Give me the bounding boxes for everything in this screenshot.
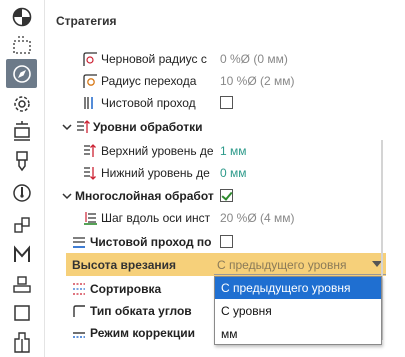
m-letter-icon[interactable] — [6, 240, 37, 269]
gear-icon[interactable] — [6, 89, 37, 118]
rough-radius-icon — [83, 52, 97, 66]
finish-pass-by-label: Чистовой проход по — [90, 235, 212, 249]
chevron-down-icon[interactable] — [61, 121, 73, 133]
chevron-down-icon[interactable] — [61, 190, 73, 202]
cut-height-dropdown-list: С предыдущего уровня С уровня мм — [214, 276, 382, 345]
row-bottom-level[interactable]: Нижний уровень де 0 мм — [45, 162, 405, 184]
bottom-level-value[interactable]: 0 мм — [220, 166, 247, 180]
multi-part-icon[interactable] — [6, 210, 37, 239]
tower-icon[interactable] — [6, 327, 37, 356]
top-level-value[interactable]: 1 мм — [220, 144, 247, 158]
section-title: Стратегия — [56, 14, 117, 28]
square-icon[interactable] — [6, 298, 37, 327]
finish-pass-by-checkbox[interactable] — [220, 235, 233, 248]
axis-step-icon — [84, 212, 97, 225]
row-transition-radius[interactable]: Радиус перехода 10 %Ø (2 мм) — [45, 70, 405, 92]
pie-chart-icon[interactable] — [6, 2, 37, 31]
cut-height-value: С предыдущего уровня — [217, 258, 347, 272]
dropdown-option-mm[interactable]: мм — [215, 323, 381, 345]
top-level-icon — [84, 144, 96, 157]
bottom-level-label: Нижний уровень де — [101, 166, 210, 180]
transition-radius-label: Радиус перехода — [101, 74, 197, 88]
dropdown-option-from-previous[interactable]: С предыдущего уровня — [215, 277, 381, 299]
finish-pass-by-icon — [73, 237, 85, 248]
rough-radius-value[interactable]: 0 %Ø (0 мм) — [220, 52, 288, 66]
stamp-icon[interactable] — [6, 270, 37, 299]
rollover-type-label: Тип обката углов — [90, 304, 192, 318]
levels-icon — [77, 120, 90, 133]
finish-pass-icon — [84, 97, 93, 109]
strategy-compass-icon[interactable] — [6, 59, 37, 88]
finish-pass-checkbox[interactable] — [220, 96, 233, 109]
bottom-level-icon — [84, 167, 96, 180]
row-axis-step[interactable]: Шаг вдоль оси инст 20 %Ø (4 мм) — [45, 207, 405, 229]
transition-radius-value[interactable]: 10 %Ø (2 мм) — [220, 74, 295, 88]
target-icon[interactable] — [6, 178, 37, 207]
row-top-level[interactable]: Верхний уровень де 1 мм — [45, 140, 405, 162]
levels-group-label: Уровни обработки — [93, 120, 203, 134]
top-level-label: Верхний уровень де — [101, 144, 214, 158]
multilayer-label: Многослойная обработ — [75, 189, 214, 203]
sorting-label: Сортировка — [90, 282, 162, 296]
cut-height-label: Высота врезания — [72, 258, 176, 272]
left-toolbar — [0, 0, 43, 357]
row-multilayer[interactable]: Многослойная обработ — [45, 185, 405, 207]
sorting-icon — [73, 283, 85, 295]
axis-step-value[interactable]: 20 %Ø (4 мм) — [220, 211, 295, 225]
correction-mode-label: Режим коррекции — [90, 326, 195, 340]
dropdown-option-from-level[interactable]: С уровня — [215, 300, 381, 322]
finish-pass-label: Чистовой проход — [101, 96, 196, 110]
row-levels-group[interactable]: Уровни обработки — [45, 116, 405, 138]
fixture-icon[interactable] — [6, 116, 37, 145]
axis-step-label: Шаг вдоль оси инст — [101, 211, 211, 225]
row-finish-pass-by[interactable]: Чистовой проход по — [45, 231, 405, 253]
transition-radius-icon — [83, 74, 97, 88]
row-cut-height[interactable]: Высота врезания С предыдущего уровня — [66, 253, 386, 276]
correction-mode-icon — [73, 332, 85, 338]
rollover-type-icon — [73, 305, 85, 317]
rough-radius-label: Черновой радиус с — [101, 52, 207, 66]
cut-height-combobox[interactable]: С предыдущего уровня — [214, 254, 386, 275]
tool-icon[interactable] — [6, 146, 37, 175]
row-finish-pass[interactable]: Чистовой проход — [45, 92, 405, 114]
dashed-select-icon[interactable] — [6, 30, 37, 59]
multilayer-checkbox[interactable] — [220, 189, 233, 202]
row-rough-radius[interactable]: Черновой радиус с 0 %Ø (0 мм) — [45, 48, 405, 70]
